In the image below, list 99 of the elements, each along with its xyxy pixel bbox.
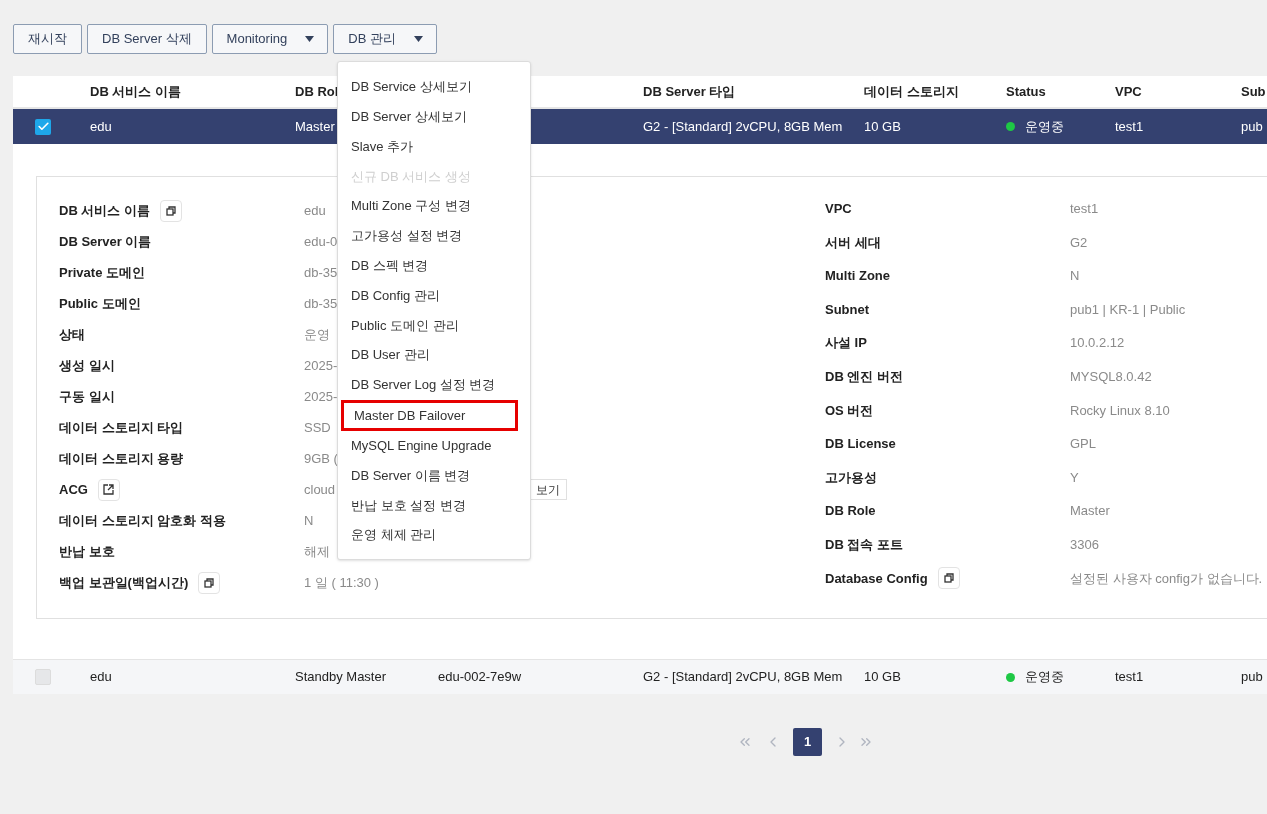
field-label: Public 도메인 <box>59 294 141 313</box>
field-value: 해제 <box>304 542 330 561</box>
field-value: 2025- <box>304 356 338 375</box>
table-cell-text: edu-002-7e9w <box>438 668 522 687</box>
column-header: Sub <box>1241 82 1266 101</box>
table-cell-text: Standby Master <box>295 668 387 687</box>
field-value: edu <box>304 201 326 220</box>
field-label: DB 서비스 이름 <box>59 201 150 220</box>
menu-item[interactable]: Master DB Failover <box>341 399 518 431</box>
field-value: Y <box>1070 468 1079 487</box>
menu-item[interactable]: DB User 관리 <box>338 340 530 370</box>
column-header: DB Server 타입 <box>643 82 736 101</box>
field-value: Master <box>1070 502 1110 521</box>
field-value: 2025- <box>304 387 338 406</box>
table-cell-text: 10 GB <box>864 668 901 687</box>
copy-icon[interactable] <box>160 199 182 222</box>
table-cell-text: pub <box>1241 117 1263 136</box>
field-label: Database Config <box>825 569 928 588</box>
toolbar-button[interactable]: Monitoring <box>211 24 329 54</box>
toolbar-button[interactable]: DB 관리 <box>333 24 437 54</box>
menu-item[interactable]: 고가용성 설정 변경 <box>338 221 530 251</box>
column-header: Status <box>1006 82 1046 101</box>
field-value: GPL <box>1070 435 1096 454</box>
checkbox[interactable] <box>35 669 51 685</box>
copy-icon[interactable] <box>937 567 960 590</box>
field-value: 3306 <box>1070 536 1099 554</box>
menu-item[interactable]: Public 도메인 관리 <box>338 310 530 341</box>
table-cell-text: pub <box>1241 668 1263 687</box>
field-value: db-35 <box>304 294 338 313</box>
field-label: OS 버전 <box>825 401 874 420</box>
field-label: Subnet <box>825 300 870 319</box>
checkbox[interactable] <box>35 118 51 135</box>
column-header: 데이터 스토리지 <box>864 82 959 101</box>
field-value: test1 <box>1070 200 1099 219</box>
table-cell-text: edu <box>90 117 112 136</box>
field-label: 상태 <box>59 325 85 344</box>
menu-item[interactable]: Multi Zone 구성 변경 <box>338 191 530 221</box>
field-label: 데이터 스토리지 타입 <box>59 418 184 437</box>
menu-item[interactable]: 운영 체제 관리 <box>338 520 530 550</box>
field-label: DB Server 이름 <box>59 232 152 251</box>
table-cell-text: G2 - [Standard] 2vCPU, 8GB Mem <box>643 668 843 687</box>
table-cell-text: 10 GB <box>864 117 901 136</box>
field-value: 설정된 사용자 config가 없습니다. <box>1070 569 1263 588</box>
field-label: 고가용성 <box>825 468 877 487</box>
field-value: 10.0.2.12 <box>1070 334 1125 353</box>
field-label: 서버 세대 <box>825 233 881 252</box>
field-label: 사설 IP <box>825 334 867 353</box>
column-header: VPC <box>1115 82 1142 101</box>
menu-item[interactable]: DB Server Log 설정 변경 <box>338 369 530 400</box>
field-label: Multi Zone <box>825 267 890 286</box>
view-button[interactable]: 보기 <box>529 479 567 500</box>
menu-item[interactable]: DB Service 상세보기 <box>338 72 530 102</box>
field-label: DB Role <box>825 502 876 521</box>
field-value: 9GB ( <box>304 449 338 468</box>
toolbar-button[interactable]: DB Server 삭제 <box>87 24 207 54</box>
table-cell-text: Master <box>295 117 335 136</box>
menu-item[interactable]: MySQL Engine Upgrade <box>338 430 530 461</box>
field-label: 반납 보호 <box>59 542 115 561</box>
field-label: DB 접속 포트 <box>825 536 903 554</box>
field-label: 생성 일시 <box>59 356 115 375</box>
table-cell-text: G2 - [Standard] 2vCPU, 8GB Mem <box>643 117 843 136</box>
toolbar-button[interactable]: 재시작 <box>13 24 82 54</box>
field-value: 1 일 ( 11:30 ) <box>304 573 379 592</box>
column-header: DB 서비스 이름 <box>90 82 181 101</box>
field-value: pub1 | KR-1 | Public <box>1070 300 1186 319</box>
page-button[interactable]: 1 <box>793 728 822 756</box>
external-link-icon[interactable] <box>97 478 120 501</box>
table-cell-text: 운영중 <box>1025 117 1064 136</box>
column-header: DB Rol <box>295 82 339 101</box>
field-value: N <box>1070 267 1080 286</box>
menu-item[interactable]: DB Server 이름 변경 <box>338 460 530 491</box>
field-value: cloud <box>304 480 337 499</box>
menu-item[interactable]: 반납 보호 설정 변경 <box>338 490 530 521</box>
field-value: db-35 <box>304 263 338 282</box>
field-value: MYSQL8.0.42 <box>1070 368 1152 386</box>
field-label: DB License <box>825 435 896 454</box>
table-cell-text: 운영중 <box>1025 668 1064 687</box>
field-label: Private 도메인 <box>59 263 145 282</box>
field-value: SSD <box>304 418 331 437</box>
field-value: Rocky Linux 8.10 <box>1070 401 1170 420</box>
check-icon <box>36 120 50 133</box>
field-value: G2 <box>1070 233 1088 252</box>
table-cell-text: test1 <box>1115 117 1144 136</box>
copy-icon[interactable] <box>198 571 221 594</box>
field-value: 운영 <box>304 325 330 344</box>
table-cell-text: edu <box>90 668 112 687</box>
field-label: 데이터 스토리지 암호화 적용 <box>59 511 226 530</box>
menu-item[interactable]: DB Config 관리 <box>338 280 530 311</box>
field-label: 구동 일시 <box>59 387 115 406</box>
table-cell-text: test1 <box>1115 668 1144 687</box>
field-label: 데이터 스토리지 용량 <box>59 449 184 468</box>
field-label: DB 엔진 버전 <box>825 368 903 386</box>
table-row[interactable]: edu Standby Master edu-002-7e9w G2 - [Standard] 2vCPU, 8GB Mem 10 GB 운영중 test1 pub <box>13 659 1267 694</box>
field-label: 백업 보관일(백업시간) <box>59 573 189 592</box>
field-label: ACG <box>59 480 88 499</box>
menu-item[interactable]: DB 스펙 변경 <box>338 250 530 281</box>
field-value: edu-0 <box>304 232 338 251</box>
field-label: VPC <box>825 200 852 219</box>
field-value: N <box>304 511 314 530</box>
